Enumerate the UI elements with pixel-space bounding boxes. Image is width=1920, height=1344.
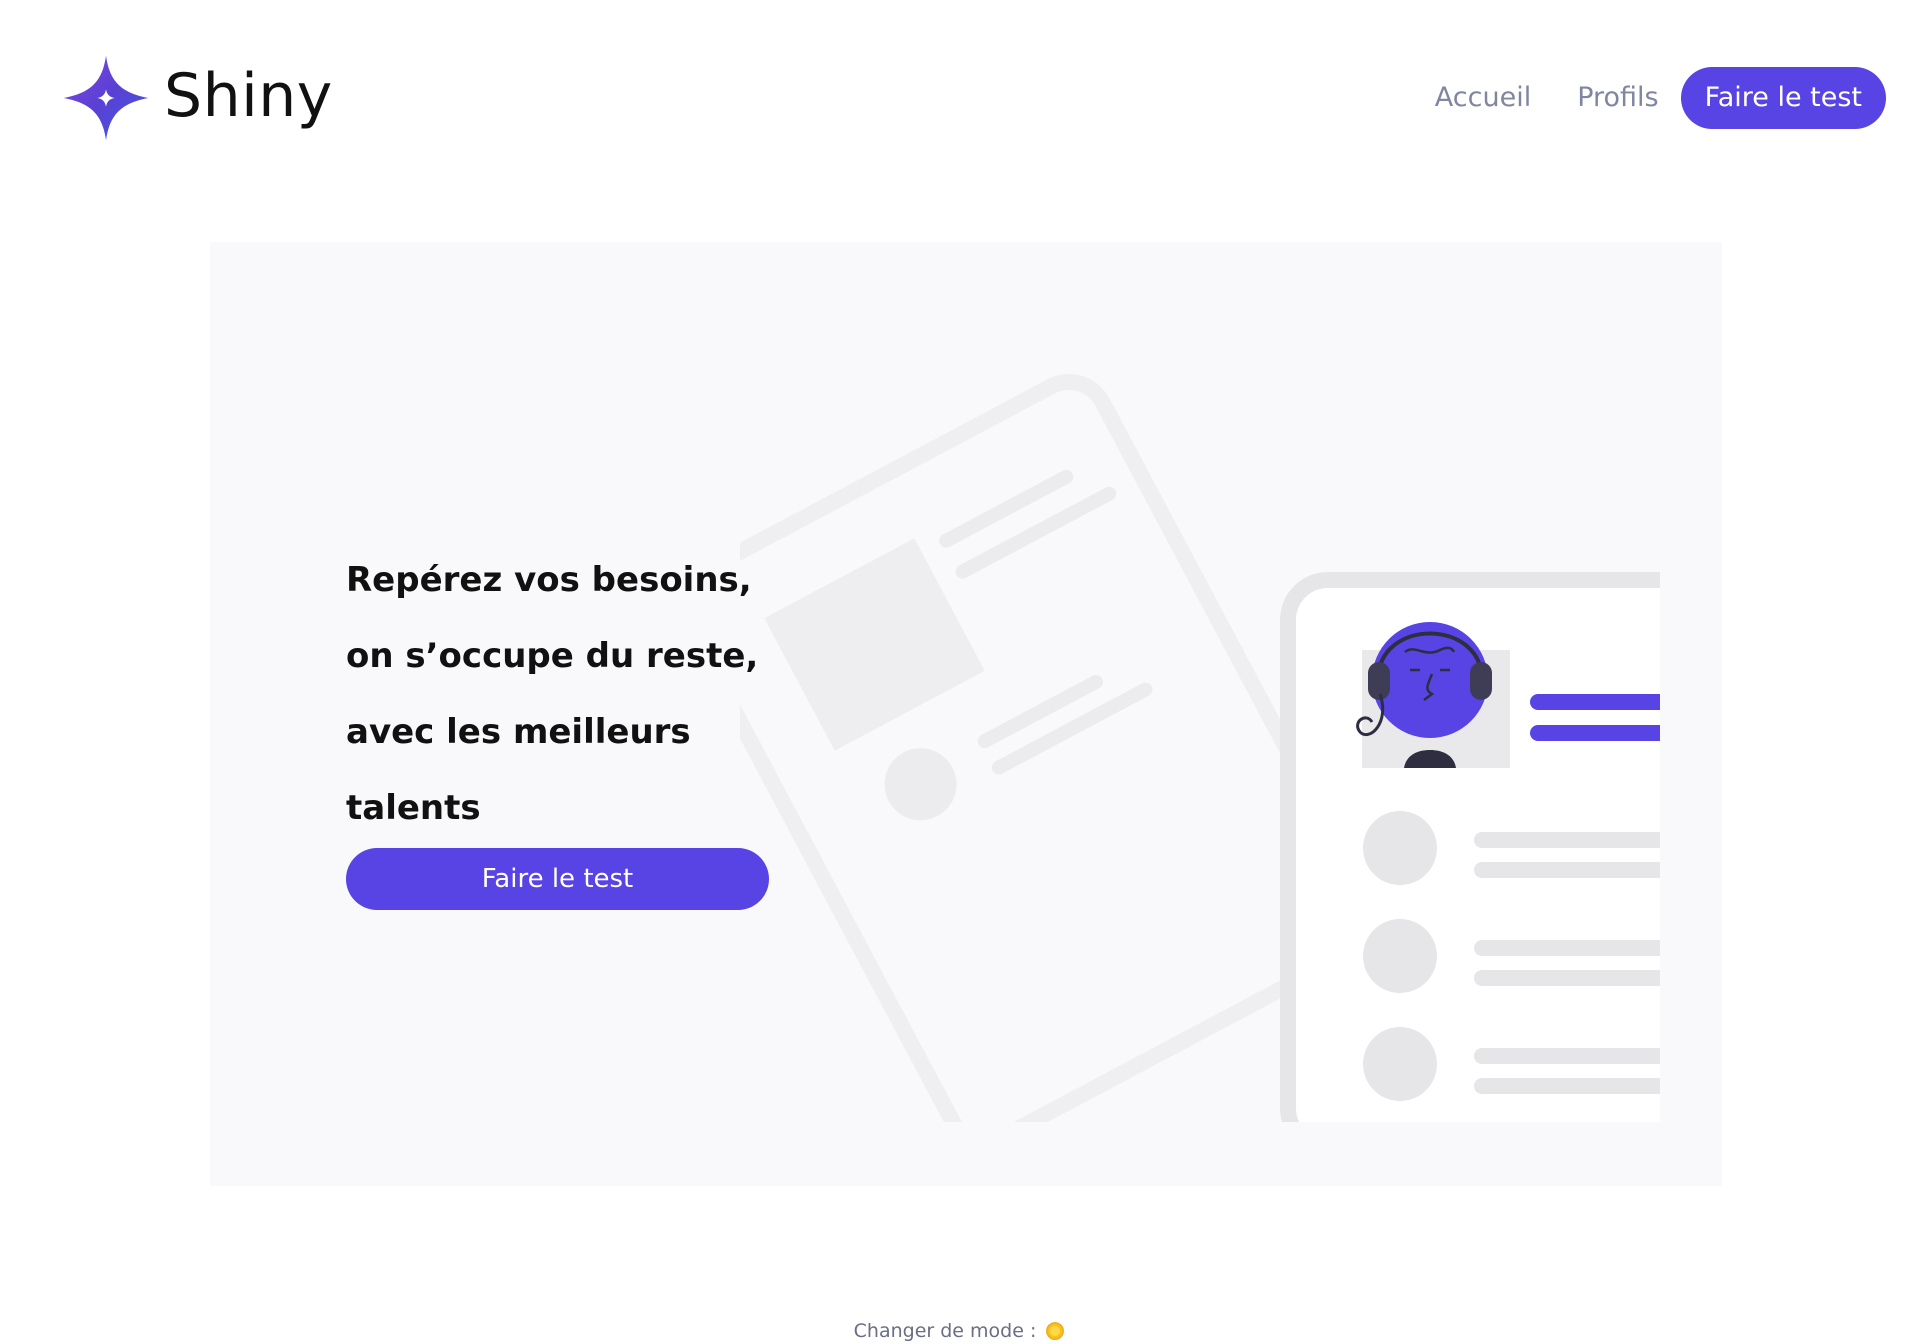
- site-footer: Changer de mode :: [0, 1320, 1920, 1342]
- nav-take-test-button[interactable]: Faire le test: [1680, 67, 1886, 129]
- profile-cards-illustration: [740, 373, 1660, 1122]
- nav-link-home[interactable]: Accueil: [1435, 67, 1531, 129]
- nav-link-profiles[interactable]: Profils: [1577, 67, 1658, 129]
- mode-label: Changer de mode :: [853, 1320, 1037, 1342]
- hero-take-test-button[interactable]: Faire le test: [346, 848, 769, 910]
- hero-section: Repérez vos besoins, on s’occupe du rest…: [210, 242, 1722, 1186]
- logo-text: Shiny: [164, 61, 333, 131]
- main-nav: Accueil Profils Faire le test: [1435, 67, 1886, 129]
- logo-link[interactable]: Shiny: [62, 54, 333, 142]
- site-header: Shiny Accueil Profils Faire le test: [0, 0, 1920, 200]
- front-card: [1280, 572, 1660, 1122]
- hero-title: Repérez vos besoins, on s’occupe du rest…: [346, 560, 759, 828]
- sun-icon[interactable]: [1044, 1320, 1066, 1342]
- sparkle-logo-icon: [63, 55, 149, 141]
